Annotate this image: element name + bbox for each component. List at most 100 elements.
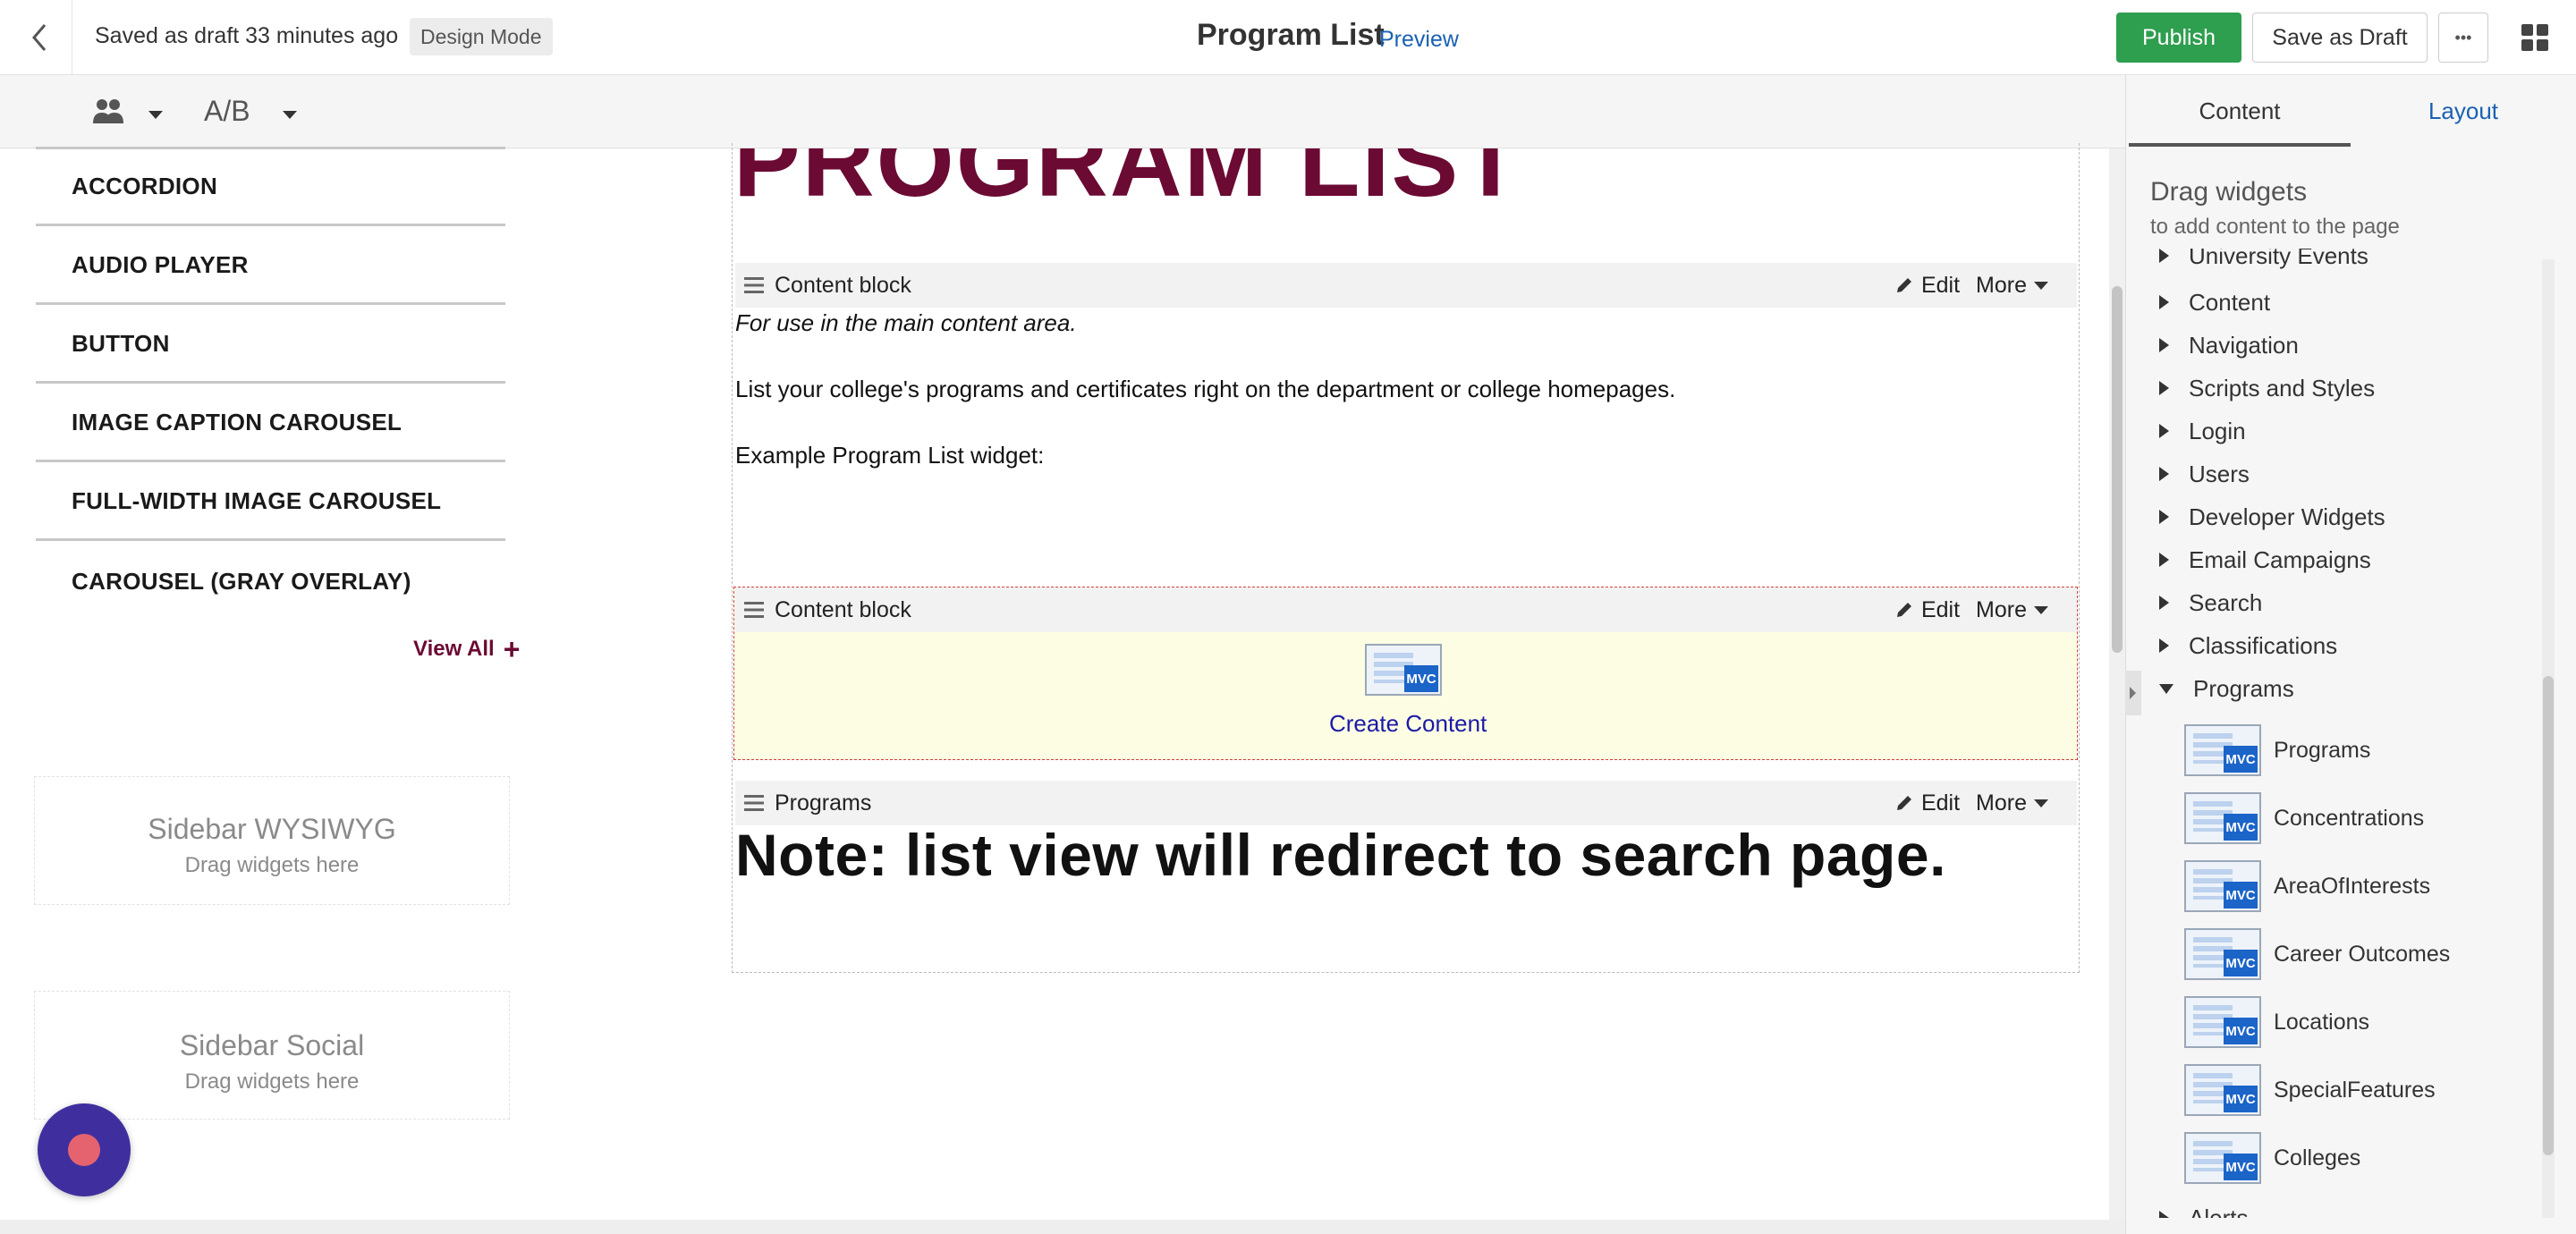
tree-label: Classifications bbox=[2189, 631, 2338, 659]
tree-item-login[interactable]: Login bbox=[2156, 413, 2246, 449]
back-icon[interactable] bbox=[27, 21, 54, 54]
tree-item-navigation[interactable]: Navigation bbox=[2156, 327, 2299, 363]
chat-launcher-button[interactable] bbox=[38, 1103, 131, 1196]
caret-down-icon bbox=[2034, 605, 2048, 614]
content-text-3: Example Program List widget: bbox=[735, 442, 1045, 469]
tree-item-programs[interactable]: Programs bbox=[2156, 671, 2294, 706]
widget-label: AreaOfInterests bbox=[2274, 873, 2431, 899]
tree-item-users[interactable]: Users bbox=[2156, 456, 2250, 492]
widget-concentrations[interactable]: MVC Concentrations bbox=[2184, 790, 2424, 846]
record-dot-icon bbox=[68, 1134, 100, 1166]
personas-icon[interactable] bbox=[91, 97, 127, 127]
mvc-widget-icon[interactable]: MVC bbox=[1365, 644, 1442, 696]
more-dropdown[interactable]: More bbox=[1976, 790, 2048, 816]
expand-icon bbox=[2159, 1211, 2169, 1218]
widget-career-outcomes[interactable]: MVC Career Outcomes bbox=[2184, 926, 2450, 982]
tree-item-classifications[interactable]: Classifications bbox=[2156, 628, 2337, 663]
widget-areaofinterests[interactable]: MVC AreaOfInterests bbox=[2184, 858, 2430, 914]
zone-hint: Drag widgets here bbox=[184, 853, 360, 877]
top-bar: Saved as draft 33 minutes ago Design Mod… bbox=[0, 0, 2576, 75]
mvc-widget-icon: MVC bbox=[2184, 724, 2261, 776]
expand-icon bbox=[2159, 596, 2169, 610]
view-all-label: View All bbox=[413, 637, 495, 661]
tab-layout[interactable]: Layout bbox=[2351, 75, 2576, 147]
redirect-note: Note: list view will redirect to search … bbox=[735, 822, 1946, 888]
tree-item-scripts-styles[interactable]: Scripts and Styles bbox=[2156, 370, 2375, 406]
mvc-widget-icon: MVC bbox=[2184, 792, 2261, 844]
nav-item-full-width-image-carousel[interactable]: FULL-WIDTH IMAGE CAROUSEL bbox=[36, 464, 505, 541]
tree-item-university-events[interactable]: University Events bbox=[2156, 249, 2368, 274]
content-text-1: For use in the main content area. bbox=[735, 309, 1077, 336]
tree-label: Login bbox=[2189, 417, 2246, 444]
bottom-scrollbar[interactable] bbox=[0, 1220, 2125, 1234]
tree-label: Search bbox=[2189, 588, 2263, 616]
widget-locations[interactable]: MVC Locations bbox=[2184, 994, 2369, 1050]
tab-content[interactable]: Content bbox=[2129, 75, 2351, 147]
tree-label: Navigation bbox=[2189, 331, 2299, 359]
sidebar-social-zone[interactable]: Sidebar Social Drag widgets here bbox=[34, 991, 510, 1120]
edit-button[interactable]: Edit bbox=[1894, 597, 1960, 623]
tree-item-alerts[interactable]: Alerts bbox=[2156, 1200, 2248, 1218]
content-block-bar-1[interactable]: Content block Edit More bbox=[735, 263, 2077, 308]
view-all-link[interactable]: View All + bbox=[413, 635, 520, 663]
nav-item-carousel-gray-overlay[interactable]: CAROUSEL (GRAY OVERLAY) bbox=[36, 543, 505, 620]
edit-label: Edit bbox=[1920, 790, 1961, 816]
publish-button[interactable]: Publish bbox=[2116, 13, 2241, 63]
tree-item-content[interactable]: Content bbox=[2156, 284, 2270, 320]
nav-item-accordion[interactable]: ACCORDION bbox=[36, 149, 505, 226]
mvc-widget-icon: MVC bbox=[2184, 1132, 2261, 1184]
widget-programs[interactable]: MVC Programs bbox=[2184, 723, 2370, 778]
mvc-widget-icon: MVC bbox=[2184, 860, 2261, 912]
widget-label: SpecialFeatures bbox=[2274, 1077, 2436, 1103]
drag-handle-icon[interactable] bbox=[744, 795, 764, 811]
tree-label: Developer Widgets bbox=[2189, 503, 2385, 530]
more-dropdown[interactable]: More bbox=[1976, 273, 2048, 299]
block-name: Programs bbox=[775, 790, 872, 816]
edit-button[interactable]: Edit bbox=[1894, 790, 1960, 816]
nav-item-image-caption-carousel[interactable]: IMAGE CAPTION CAROUSEL bbox=[36, 385, 505, 462]
caret-down-icon bbox=[2034, 281, 2048, 290]
tree-label: Alerts bbox=[2189, 1204, 2249, 1219]
save-draft-button[interactable]: Save as Draft bbox=[2252, 13, 2428, 63]
expand-icon bbox=[2159, 467, 2169, 481]
caret-down-icon bbox=[2034, 799, 2048, 807]
zone-title: Sidebar WYSIWYG bbox=[148, 813, 396, 845]
tree-item-email-campaigns[interactable]: Email Campaigns bbox=[2156, 542, 2371, 578]
ab-dropdown-icon[interactable] bbox=[275, 107, 297, 123]
personas-dropdown-icon[interactable] bbox=[141, 107, 163, 123]
tree-item-search[interactable]: Search bbox=[2156, 585, 2262, 621]
drag-handle-icon[interactable] bbox=[744, 602, 764, 618]
create-content-link[interactable]: Create Content bbox=[1329, 710, 1487, 738]
programs-block-bar[interactable]: Programs Edit More bbox=[735, 781, 2077, 825]
widget-specialfeatures[interactable]: MVC SpecialFeatures bbox=[2184, 1062, 2436, 1118]
grid-apps-icon[interactable] bbox=[2521, 23, 2549, 52]
edit-button[interactable]: Edit bbox=[1894, 273, 1960, 299]
canvas-scrollbar-thumb[interactable] bbox=[2112, 286, 2123, 653]
tree-item-developer-widgets[interactable]: Developer Widgets bbox=[2156, 499, 2385, 535]
tree-label: Email Campaigns bbox=[2189, 545, 2371, 573]
more-options-button[interactable]: ••• bbox=[2438, 13, 2488, 63]
more-dropdown[interactable]: More bbox=[1976, 597, 2048, 623]
panel-subheading: to add content to the page bbox=[2150, 215, 2400, 239]
edit-label: Edit bbox=[1920, 596, 1961, 622]
preview-link[interactable]: Preview bbox=[1379, 27, 1459, 53]
block-name: Content block bbox=[775, 596, 911, 622]
pencil-icon bbox=[1896, 796, 1911, 810]
nav-item-button[interactable]: BUTTON bbox=[36, 307, 505, 384]
mvc-widget-icon: MVC bbox=[2184, 1064, 2261, 1116]
drag-handle-icon[interactable] bbox=[744, 277, 764, 293]
expand-icon bbox=[2159, 638, 2169, 653]
mvc-widget-icon: MVC bbox=[2184, 996, 2261, 1048]
expand-icon bbox=[2159, 424, 2169, 438]
sidebar-wysiwyg-zone[interactable]: Sidebar WYSIWYG Drag widgets here bbox=[34, 776, 510, 905]
nav-item-audio-player[interactable]: AUDIO PLAYER bbox=[36, 228, 505, 305]
ab-test-label[interactable]: A/B bbox=[204, 95, 250, 128]
mode-badge: Design Mode bbox=[410, 18, 553, 55]
tree-label: Scripts and Styles bbox=[2189, 374, 2376, 401]
widget-colleges[interactable]: MVC Colleges bbox=[2184, 1130, 2360, 1186]
content-block-bar-2[interactable]: Content block Edit More bbox=[735, 587, 2077, 632]
widget-label: Locations bbox=[2274, 1009, 2370, 1035]
panel-scrollbar-thumb[interactable] bbox=[2543, 676, 2554, 1155]
content-text-2: List your college's programs and certifi… bbox=[735, 376, 1676, 402]
collapse-icon bbox=[2159, 683, 2174, 694]
